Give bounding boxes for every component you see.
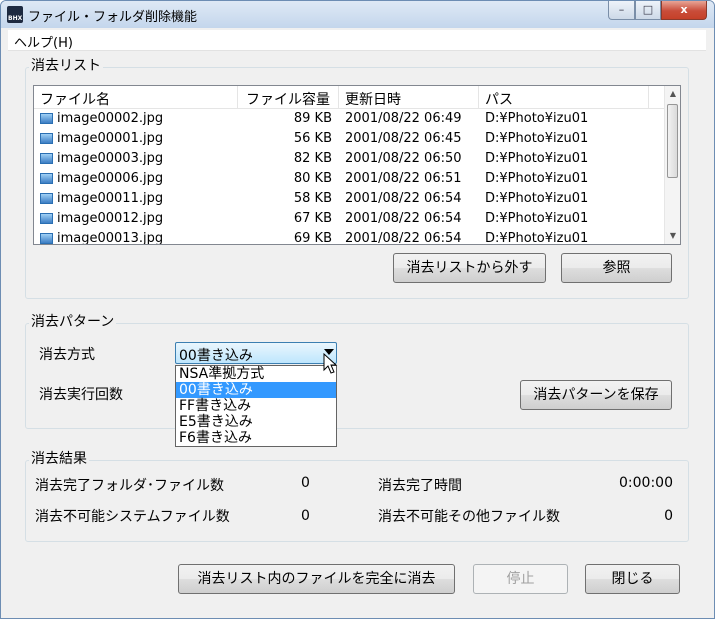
mouse-cursor-icon xyxy=(323,353,338,374)
dropdown-option-selected[interactable]: 00書き込み xyxy=(176,382,336,398)
app-icon: BHX xyxy=(7,6,23,23)
browse-button[interactable]: 参照 xyxy=(561,253,672,283)
system-files-label: 消去不可能システムファイル数 xyxy=(35,509,230,525)
image-file-icon xyxy=(40,213,53,224)
erase-all-button[interactable]: 消去リスト内のファイルを完全に消去 xyxy=(178,564,455,594)
save-pattern-button[interactable]: 消去パターンを保存 xyxy=(520,380,672,410)
other-files-label: 消去不可能その他ファイル数 xyxy=(378,509,560,525)
menu-help[interactable]: ヘルプ(H) xyxy=(14,32,73,51)
erase-method-dropdown: NSA準拠方式 00書き込み FF書き込み E5書き込み F6書き込み xyxy=(175,365,337,447)
completed-time-label: 消去完了時間 xyxy=(378,478,462,494)
erase-method-select[interactable]: 00書き込み xyxy=(175,342,337,364)
maximize-button[interactable]: □ xyxy=(635,1,661,20)
completed-time-value: 0:00:00 xyxy=(619,475,673,491)
column-modified[interactable]: 更新日時 xyxy=(345,89,401,109)
menu-bar: ヘルプ(H) xyxy=(8,30,706,51)
table-row[interactable]: image00013.jpg 69 KB 2001/08/22 06:54 D:… xyxy=(34,229,664,244)
image-file-icon xyxy=(40,113,53,124)
dropdown-option[interactable]: F6書き込み xyxy=(176,430,336,446)
column-path[interactable]: パス xyxy=(485,89,513,109)
erase-result-group xyxy=(25,460,689,542)
list-header: ファイル名 ファイル容量 更新日時 パス xyxy=(34,86,664,109)
image-file-icon xyxy=(40,173,53,184)
table-row[interactable]: image00002.jpg 89 KB 2001/08/22 06:49 D:… xyxy=(34,109,664,129)
main-window: BHX ファイル・フォルダ削除機能 – □ x ヘルプ(H) 消去リスト ファイ… xyxy=(0,0,715,619)
table-row[interactable]: image00001.jpg 56 KB 2001/08/22 06:45 D:… xyxy=(34,129,664,149)
image-file-icon xyxy=(40,133,53,144)
system-files-value: 0 xyxy=(301,508,310,524)
other-files-value: 0 xyxy=(664,508,673,524)
scroll-up-icon[interactable]: ▲ xyxy=(665,86,680,102)
close-button[interactable]: 閉じる xyxy=(585,564,680,594)
dropdown-option[interactable]: E5書き込み xyxy=(176,414,336,430)
minimize-button[interactable]: – xyxy=(608,1,635,20)
dropdown-option[interactable]: NSA準拠方式 xyxy=(176,366,336,382)
completed-count-value: 0 xyxy=(301,475,310,491)
erase-pattern-title: 消去パターン xyxy=(29,314,117,330)
table-row[interactable]: image00012.jpg 67 KB 2001/08/22 06:54 D:… xyxy=(34,209,664,229)
table-row[interactable]: image00006.jpg 80 KB 2001/08/22 06:51 D:… xyxy=(34,169,664,189)
table-row[interactable]: image00003.jpg 82 KB 2001/08/22 06:50 D:… xyxy=(34,149,664,169)
erase-pattern-group xyxy=(25,323,689,429)
erase-file-list[interactable]: ファイル名 ファイル容量 更新日時 パス image00002.jpg 89 K… xyxy=(33,85,681,245)
scroll-thumb[interactable] xyxy=(667,104,678,178)
list-scrollbar[interactable]: ▲ ▼ xyxy=(664,86,680,244)
completed-count-label: 消去完了フォルダ･ファイル数 xyxy=(35,478,224,494)
dropdown-option[interactable]: FF書き込み xyxy=(176,398,336,414)
stop-button[interactable]: 停止 xyxy=(473,564,568,594)
erase-count-label: 消去実行回数 xyxy=(39,387,123,403)
window-title: ファイル・フォルダ削除機能 xyxy=(28,10,198,25)
image-file-icon xyxy=(40,233,53,244)
erase-list-title: 消去リスト xyxy=(29,58,103,74)
column-file-name[interactable]: ファイル名 xyxy=(40,89,110,109)
table-row[interactable]: image00011.jpg 58 KB 2001/08/22 06:54 D:… xyxy=(34,189,664,209)
image-file-icon xyxy=(40,153,53,164)
remove-from-list-button[interactable]: 消去リストから外す xyxy=(393,253,546,283)
column-file-size[interactable]: ファイル容量 xyxy=(246,89,330,109)
scroll-down-icon[interactable]: ▼ xyxy=(665,228,680,244)
erase-result-title: 消去結果 xyxy=(29,451,89,467)
erase-method-label: 消去方式 xyxy=(39,347,95,363)
image-file-icon xyxy=(40,193,53,204)
title-bar[interactable]: BHX ファイル・フォルダ削除機能 – □ x xyxy=(1,1,714,28)
close-window-button[interactable]: x xyxy=(661,1,707,20)
